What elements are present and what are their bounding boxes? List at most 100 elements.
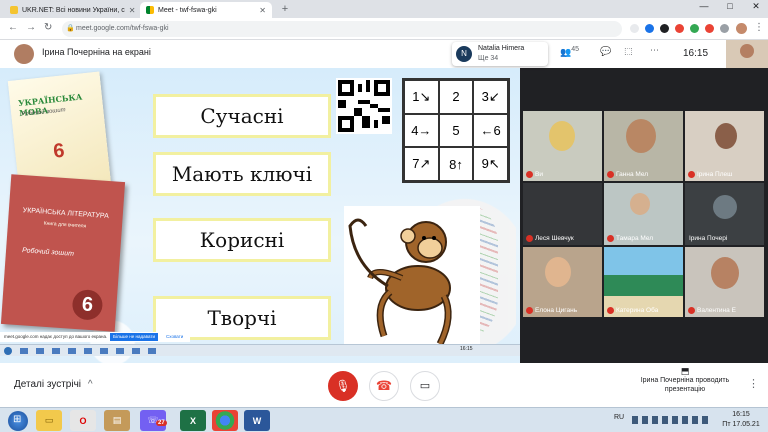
profile-avatar[interactable] — [736, 23, 747, 34]
participant-tile[interactable]: Ви — [523, 111, 602, 181]
back-icon[interactable]: ← — [8, 22, 18, 33]
qr-code-icon — [338, 80, 390, 132]
activities-icon[interactable]: ⬚ — [624, 46, 633, 57]
self-face — [740, 44, 754, 58]
screen-share-bar: meet.google.com надає доступ до вашого е… — [0, 332, 190, 342]
mic-off-icon — [688, 171, 695, 178]
windows-logo-icon: ⊞ — [13, 414, 22, 425]
phone-hangup-icon: ☎ — [375, 378, 393, 393]
participant-tile[interactable]: Леся Шевчук — [523, 183, 602, 245]
participant-face — [549, 121, 575, 151]
new-tab-button[interactable]: + — [278, 2, 292, 16]
minimize-button[interactable]: — — [692, 1, 716, 11]
participant-face — [711, 257, 739, 289]
microphone-off-button[interactable]: 🎙 — [328, 371, 358, 401]
present-screen-icon: ⬒ — [680, 366, 690, 376]
language-indicator[interactable]: RU — [614, 414, 624, 421]
close-tab-icon[interactable]: ✕ — [125, 6, 136, 15]
monkey-illustration — [344, 206, 480, 356]
windows-taskbar: ⊞ ▭ O ▤ ☏ 27 X W RU 16:15 Пт 17.05.21 — [0, 407, 768, 432]
extension-icon[interactable] — [690, 24, 699, 33]
participant-tile[interactable]: Ірина Почері — [685, 183, 764, 245]
presentation-status[interactable]: ⬒ Ірина Почерніна проводить презентацію — [640, 367, 730, 394]
menu-kebab-icon[interactable]: ⋮ — [754, 22, 764, 33]
participant-tile[interactable]: Катерина Оба — [604, 247, 683, 317]
extension-icon[interactable] — [675, 24, 684, 33]
close-window-button[interactable]: ✕ — [744, 1, 768, 12]
extensions-puzzle-icon[interactable] — [720, 24, 729, 33]
chat-icon[interactable]: 💬 — [600, 46, 611, 57]
tab-title: Meet - twf-fswa-gki — [158, 6, 217, 14]
participant-name: Ви — [535, 171, 543, 178]
self-view-thumbnail[interactable] — [726, 40, 768, 68]
slide-word: Сучасні — [200, 104, 284, 128]
notification-text: Ще 34 — [478, 55, 499, 62]
meeting-clock: 16:15 — [683, 48, 709, 59]
more-icon[interactable]: ⋯ — [650, 45, 659, 56]
tray-icons[interactable] — [632, 416, 712, 424]
participants-button[interactable]: 👥45 — [560, 46, 579, 58]
tab-title: UKR.NET: Всі новини України, с — [22, 6, 125, 14]
meet-area: Ірина Почерніна на екрані N Natalia Hime… — [0, 40, 768, 384]
viber-taskbar-icon[interactable]: ☏ 27 — [140, 410, 167, 431]
grid-cell: 4→ — [404, 113, 439, 148]
textbook-ukrainian-literature: УКРАЇНСЬКА ЛІТЕРАТУРА Книга для вчителя … — [0, 174, 126, 332]
stop-sharing-button[interactable]: Більше не надавати — [110, 333, 158, 341]
camera-button[interactable]: ▭ — [410, 371, 440, 401]
grid-cell: 3↙ — [473, 80, 508, 114]
files-taskbar-icon[interactable]: ▤ — [104, 410, 130, 431]
maximize-button[interactable]: □ — [718, 1, 742, 11]
slide-word-box: Сучасні — [153, 94, 331, 138]
tab-ukrnet[interactable]: UKR.NET: Всі новини України, с ✕ — [4, 2, 136, 18]
start-button[interactable]: ⊞ — [8, 411, 28, 431]
end-call-button[interactable]: ☎ — [369, 371, 399, 401]
mic-off-icon — [526, 171, 533, 178]
participant-name: Леся Шевчук — [535, 235, 574, 242]
participant-name: Ірина Почері — [689, 235, 728, 242]
viber-badge: 27 — [156, 420, 167, 426]
extension-icon[interactable] — [660, 24, 669, 33]
word-taskbar-icon[interactable]: W — [244, 410, 270, 431]
participant-name: Катерина Оба — [616, 307, 659, 314]
participant-tile[interactable]: Валентина Е — [685, 247, 764, 317]
chevron-up-icon: ^ — [87, 379, 93, 390]
bookmark-star-icon[interactable] — [630, 24, 639, 33]
mic-off-icon — [526, 235, 533, 242]
participant-name: Елона Цигань — [535, 307, 578, 314]
hide-share-bar-button[interactable]: Сховати — [166, 332, 183, 342]
meet-favicon-icon — [146, 6, 154, 14]
forward-icon[interactable]: → — [26, 22, 36, 33]
notification-avatar: N — [456, 46, 472, 62]
opera-taskbar-icon[interactable]: O — [70, 410, 96, 431]
more-options-icon[interactable]: ⋮ — [748, 377, 759, 390]
join-notification[interactable]: N Natalia Himera Ще 34 — [452, 42, 548, 66]
excel-taskbar-icon[interactable]: X — [180, 410, 206, 431]
reload-icon[interactable]: ↻ — [44, 22, 52, 33]
book-badge: Робочий зошит — [21, 247, 75, 258]
explorer-taskbar-icon[interactable]: ▭ — [36, 410, 62, 431]
taskbar-clock[interactable]: 16:15 Пт 17.05.21 — [716, 410, 766, 430]
close-tab-icon[interactable]: ✕ — [255, 6, 266, 15]
meet-controls-bar: Деталі зустрічі ^ 🎙 ☎ ▭ ⬒ Ірина Почернін… — [0, 363, 768, 407]
participant-tile[interactable]: Ганна Мел — [604, 111, 683, 181]
taskbar-time: 16:15 — [732, 411, 750, 418]
participant-tile[interactable]: Тамара Мел — [604, 183, 683, 245]
participant-avatar — [713, 195, 737, 219]
meet-top-bar: Ірина Почерніна на екрані N Natalia Hime… — [0, 40, 768, 68]
extension-icon[interactable] — [645, 24, 654, 33]
grid-cell: 2 — [438, 80, 474, 114]
extension-icon[interactable] — [705, 24, 714, 33]
mic-off-icon: 🎙 — [335, 379, 351, 393]
grid-cell: 7↗ — [404, 147, 439, 181]
grid-cell: 1↘ — [404, 80, 439, 114]
tab-meet[interactable]: Meet - twf-fswa-gki ✕ — [140, 2, 272, 18]
address-bar[interactable]: 🔒 meet.google.com/twf-fswa-gki — [62, 21, 622, 37]
presenter-label: Ірина Почерніна на екрані — [42, 47, 151, 57]
meeting-details-button[interactable]: Деталі зустрічі ^ — [14, 379, 93, 390]
chrome-taskbar-icon[interactable] — [212, 410, 238, 431]
mic-off-icon — [607, 235, 614, 242]
participant-tile[interactable]: Ірина Плеш — [685, 111, 764, 181]
participant-face — [630, 193, 650, 215]
participant-tile[interactable]: Елона Цигань — [523, 247, 602, 317]
monkey-icon — [348, 218, 452, 346]
